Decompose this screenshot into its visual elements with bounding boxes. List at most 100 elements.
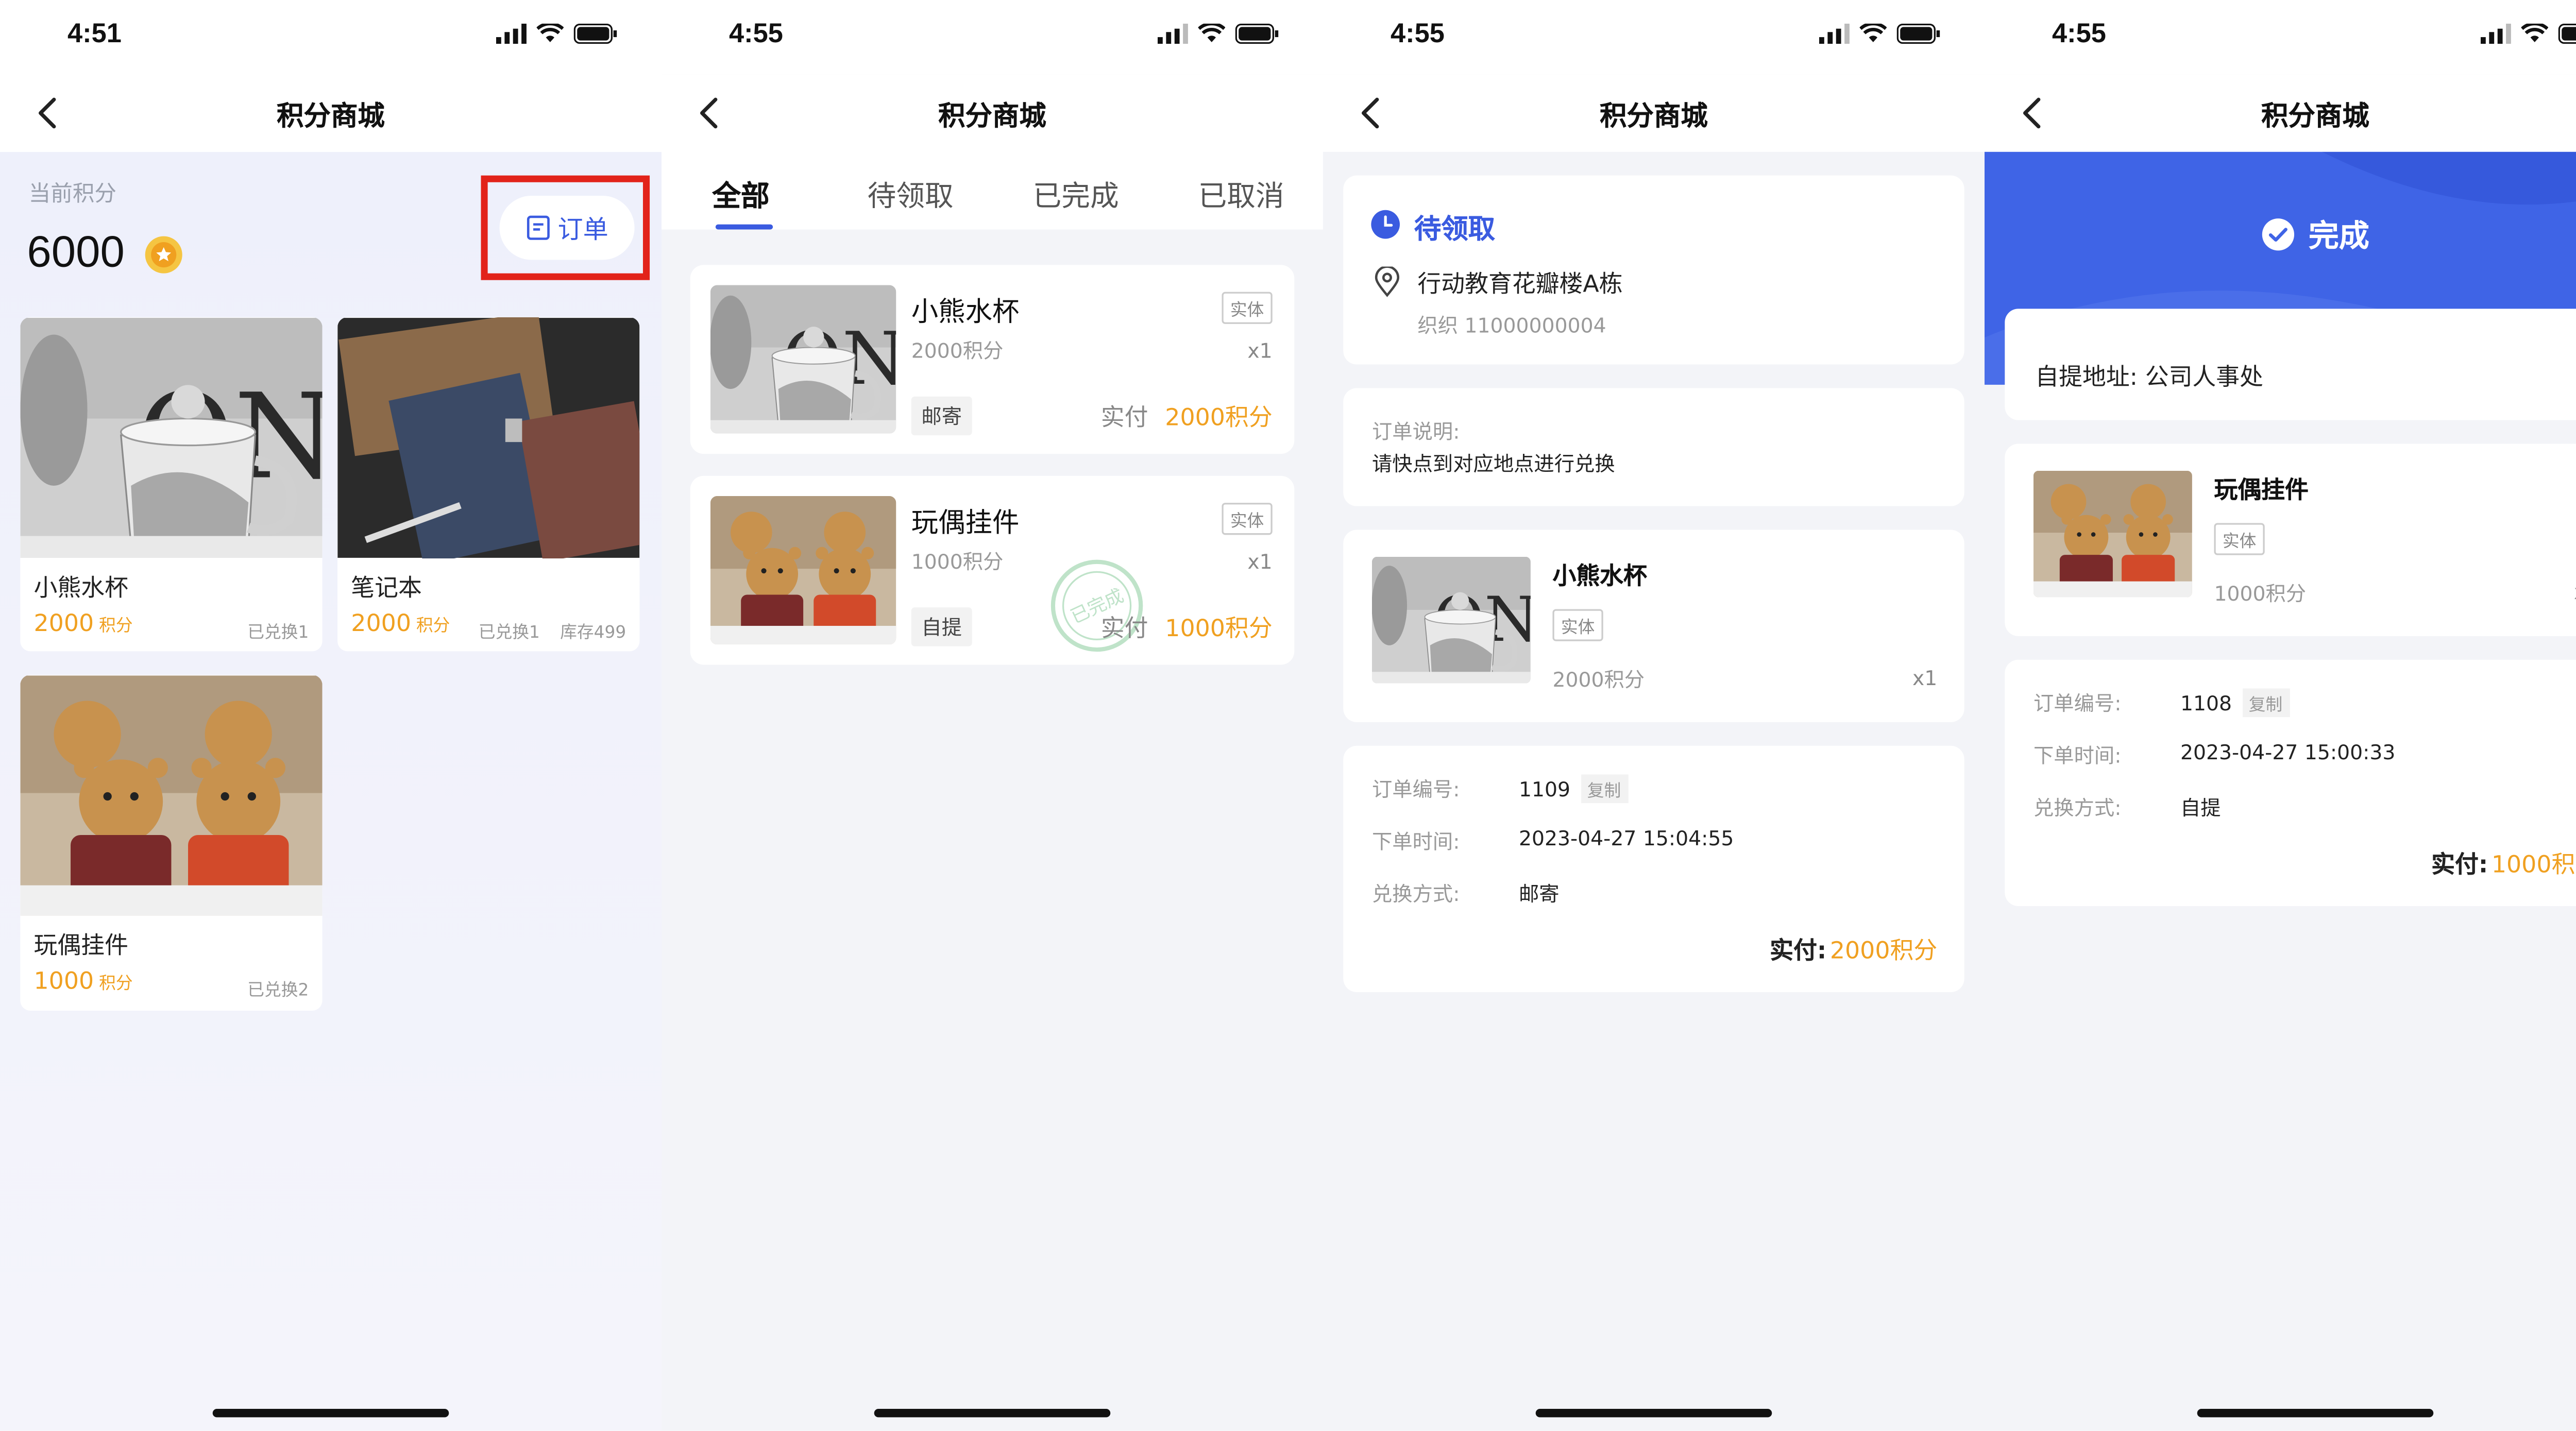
signal-icon [496,23,527,44]
order-item-qty: x1 [1247,339,1273,363]
product-name: 笔记本 [351,575,422,603]
status-time: 4:55 [729,20,783,49]
tab-underline [715,224,773,230]
delivery-method-badge: 自提 [911,607,972,646]
order-no-value: 1108 复制 [2180,688,2290,718]
item-type-tag: 实体 [1222,292,1273,324]
page-title: 积分商城 [2261,99,2369,132]
product-card-bear[interactable]: 玩偶挂件 1000 积分 已兑换2 [20,675,323,1011]
order-item-image [710,285,896,434]
copy-button[interactable]: 复制 [1580,774,1628,804]
status-bar: 4:55 [661,0,1323,75]
wifi-icon [1859,23,1887,42]
order-time-label: 下单时间: [2033,744,2122,768]
order-item-image [2033,471,2192,598]
points-value: 6000 [27,226,125,277]
order-list-icon [528,215,551,240]
screen-order-list: 4:55 积分商城 全部 待领取 已完成 已取消 小熊水杯 2000积分 实体 … [661,0,1323,1431]
order-time-value: 2023-04-27 15:00:33 [2180,740,2396,764]
page-title: 积分商城 [1600,99,1708,132]
signal-icon [2480,23,2511,44]
page-title: 积分商城 [938,99,1046,132]
order-button[interactable]: 订单 [499,195,635,260]
method-label: 兑换方式: [1371,882,1460,906]
method-value: 邮寄 [1518,882,1560,906]
order-paid: 实付 1000积分 [1100,616,1273,643]
battery-icon [2558,23,2576,44]
coin-icon [145,236,182,274]
status-bar: 4:51 [0,0,662,74]
item-type-tag: 实体 [2214,523,2265,555]
order-no-label: 订单编号: [1371,778,1460,802]
note-label: 订单说明: [1371,420,1460,444]
location-pin-icon [1375,266,1400,297]
status-bar: 4:55 [1323,0,1985,75]
order-item-name: 小熊水杯 [911,295,1020,328]
order-no-label: 订单编号: [2033,691,2122,716]
order-item-qty: x1 [2574,581,2576,604]
order-item-points: 1000积分 [911,550,1004,574]
status-time: 4:51 [67,20,122,49]
product-price: 2000 积分 [351,610,450,638]
order-time-label: 下单时间: [1371,830,1460,854]
paid-total: 实付: 2000积分 [1770,938,1938,965]
tab-cancelled[interactable]: 已取消 [1198,172,1284,214]
order-tabs: 全部 待领取 已完成 已取消 [661,151,1323,230]
home-indicator [212,1409,449,1418]
order-item-points: 1000积分 [2214,582,2307,606]
status-icons [496,23,618,44]
order-item-image [1372,557,1531,684]
pickup-address: 行动教育花瓣楼A栋 [1417,271,1623,299]
order-item-qty: x1 [1247,550,1273,574]
order-button-label: 订单 [557,213,608,244]
order-status: 完成 [1985,213,2576,257]
home-indicator [2197,1409,2434,1418]
nav-bar: 积分商城 [1323,74,1985,152]
home-indicator [874,1409,1111,1418]
delivery-method-badge: 邮寄 [911,396,972,436]
copy-button[interactable]: 复制 [2242,688,2290,718]
order-item-name: 玩偶挂件 [2214,477,2309,505]
product-image-notebook [337,317,639,558]
method-value: 自提 [2180,796,2221,820]
item-type-tag: 实体 [1222,503,1273,535]
screen-points-mall: 4:51 积分商城 当前积分 6000 订单 小熊水杯 2000积分 已兑换1 [0,0,662,1431]
method-label: 兑换方式: [2033,796,2122,820]
nav-bar: 积分商城 [0,74,662,152]
paid-total: 实付:1000积分 [2431,852,2576,879]
order-card[interactable]: 小熊水杯 2000积分 实体 x1 邮寄 实付 2000积分 [690,265,1295,454]
clock-icon [1371,210,1400,239]
product-card-cup[interactable]: 小熊水杯 2000 积分 已兑换1 [20,317,323,652]
order-no-value: 1109 复制 [1519,774,1628,804]
product-name: 玩偶挂件 [33,933,128,960]
screen-order-detail-done: 4:55 积分商城 完成 自提地址: 公司人事处 玩偶挂件 实体 1000积分 … [1984,0,2576,1431]
status-icons [1819,23,1941,44]
signal-icon [1157,23,1188,44]
check-circle-icon [2262,218,2295,251]
product-price: 2000 积分 [33,610,133,638]
order-time-value: 2023-04-27 15:04:55 [1518,826,1734,850]
order-paid: 实付 2000积分 [1100,405,1273,432]
tab-all[interactable]: 全部 [712,172,769,214]
battery-icon [1896,23,1940,44]
product-price: 1000 积分 [33,968,133,996]
item-panel: 玩偶挂件 实体 1000积分 x1 [2005,444,2576,636]
address-panel: 自提地址: 公司人事处 [2005,309,2576,420]
wifi-icon [2521,23,2549,42]
status-bar: 4:55 [1984,0,2576,75]
status-time: 4:55 [2052,20,2106,49]
product-image-cup [20,317,322,558]
order-card[interactable]: 玩偶挂件 1000积分 实体 x1 自提 已完成 实付 1000积分 [690,475,1295,665]
tab-completed[interactable]: 已完成 [1033,172,1119,214]
order-info-panel: 订单编号: 1109 复制 下单时间: 2023-04-27 15:04:55 兑… [1343,745,1964,992]
order-item-name: 玩偶挂件 [911,506,1020,538]
product-meta: 已兑换1 [247,624,309,643]
wifi-icon [1198,23,1226,42]
status-icons [2480,23,2576,44]
product-meta: 已兑换2 [247,982,309,1001]
order-item-points: 2000积分 [911,339,1004,363]
product-card-notebook[interactable]: 笔记本 2000 积分 已兑换1 库存499 [337,317,640,652]
nav-bar: 积分商城 [1984,74,2576,152]
product-meta: 已兑换1 库存499 [478,624,626,643]
tab-pending[interactable]: 待领取 [868,172,954,214]
